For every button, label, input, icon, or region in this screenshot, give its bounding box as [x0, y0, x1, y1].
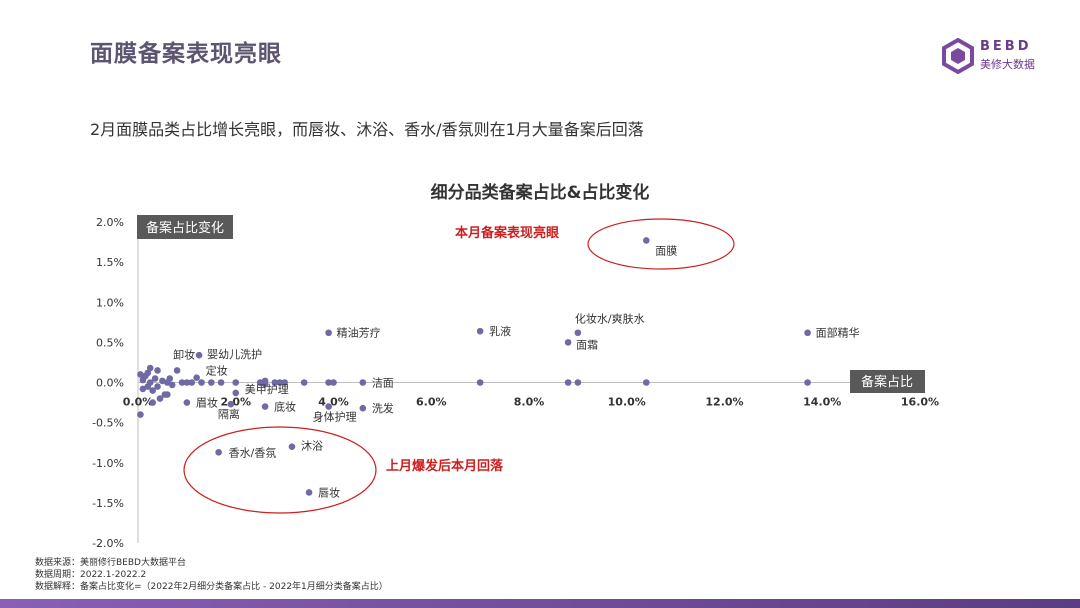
point-label: 面膜 — [655, 244, 677, 257]
scatter-point — [183, 399, 191, 406]
point-label: 婴幼儿洗护 — [207, 347, 262, 361]
scatter-point — [227, 400, 235, 408]
x-axis-title-text: 备案占比 — [861, 374, 913, 390]
y-tick-label: 2.0% — [96, 216, 124, 229]
point-label: 精油芳疗 — [337, 326, 381, 340]
scatter-point — [564, 339, 572, 346]
scatter-point — [288, 443, 296, 451]
x-axis-title: 备案占比 — [850, 370, 925, 393]
scatter-point — [217, 379, 225, 386]
scatter-point — [330, 379, 337, 386]
scatter-chart: 2.0% 1.5% 1.0% 0.5% 0.0% -0.5% -1.0% -1.5% -2.0%… — [92, 215, 939, 550]
scatter-point — [154, 383, 161, 390]
scatter-point — [146, 364, 154, 372]
scatter-point — [261, 403, 269, 410]
point-label: 香水/香氛 — [229, 446, 277, 459]
chart-annotations: 本月备案表现亮眼上月爆发后本月回落 — [183, 218, 735, 514]
point-label: 美甲护理 — [245, 382, 289, 396]
y-tick-label: 1.5% — [96, 256, 124, 269]
y-tick-label: 0.5% — [96, 336, 124, 349]
scatter-point — [151, 375, 159, 382]
scatter-point — [232, 389, 240, 397]
scatter-point — [564, 379, 572, 386]
scatter-point — [476, 379, 484, 386]
scatter-point — [215, 449, 222, 456]
scatter-point — [574, 379, 582, 386]
annotation-bottom-text: 上月爆发后本月回落 — [386, 458, 504, 474]
scatter-point — [149, 399, 156, 406]
x-tick-label: 14.0% — [803, 396, 841, 409]
scatter-point — [359, 379, 367, 386]
point-label: 乳液 — [489, 324, 511, 338]
point-label: 面霜 — [576, 338, 598, 351]
annotation-top-text: 本月备案表现亮眼 — [455, 225, 560, 241]
x-tick-label: 2.0% — [220, 396, 251, 409]
y-tick-label: 0.0% — [96, 377, 124, 390]
scatter-point — [300, 379, 308, 386]
scatter-point — [198, 379, 205, 386]
x-tick-label: 6.0% — [416, 396, 447, 409]
y-tick-label: -2.0% — [92, 537, 124, 550]
footnote-source: 数据来源：美丽修行BEBD大数据平台 — [35, 558, 186, 568]
scatter-point — [643, 237, 650, 244]
point-label: 唇妆 — [318, 486, 340, 499]
scatter-point — [154, 367, 161, 374]
scatter-point — [166, 375, 174, 382]
scatter-point — [193, 374, 200, 381]
scatter-point — [208, 379, 215, 386]
point-label: 洁面 — [372, 377, 394, 390]
x-tick-label: 12.0% — [705, 396, 743, 409]
scatter-point — [574, 329, 582, 337]
scatter-point — [305, 489, 313, 496]
scatter-point — [232, 379, 240, 386]
point-label: 身体护理 — [313, 410, 357, 424]
point-label: 面部精华 — [816, 326, 860, 340]
x-tick-label: 8.0% — [514, 396, 545, 409]
scatter-point — [137, 411, 144, 418]
highlight-ellipse-bottom — [183, 426, 377, 514]
scatter-point — [325, 329, 332, 337]
point-label: 眉妆 — [196, 397, 218, 410]
point-label: 化妆水/爽肤水 — [575, 312, 645, 326]
y-axis-title: 备案占比变化 — [137, 215, 233, 239]
y-axis-title-text: 备案占比变化 — [146, 220, 224, 236]
x-tick-label: 4.0% — [318, 396, 349, 409]
footnotes: 数据来源：美丽修行BEBD大数据平台 数据周期：2022.1-2022.2 数据… — [35, 557, 388, 593]
x-tick-label: 16.0% — [901, 396, 939, 409]
point-label: 卸妆 — [173, 347, 195, 361]
point-label: 底妆 — [274, 400, 296, 414]
scatter-point — [164, 391, 171, 398]
scatter-point — [168, 381, 176, 389]
footnote-explanation: 数据解释：备案占比变化=（2022年2月细分类备案占比 - 2022年1月细分类… — [35, 582, 388, 592]
x-tick-label: 0.0% — [123, 396, 154, 409]
x-tick-label: 10.0% — [608, 396, 646, 409]
scatter-point — [804, 329, 811, 337]
point-label: 洗发 — [372, 401, 394, 415]
bottom-accent-bar — [0, 599, 1080, 608]
scatter-point — [476, 327, 484, 335]
y-tick-label: -1.5% — [92, 497, 124, 510]
scatter-point — [804, 379, 811, 386]
scatter-point — [173, 367, 181, 374]
footnote-period: 数据周期：2022.1-2022.2 — [35, 570, 147, 580]
y-tick-label: 1.0% — [96, 296, 124, 309]
scatter-point — [643, 379, 650, 386]
y-tick-label: -0.5% — [92, 417, 124, 430]
chart-point-labels: 面膜精油芳疗 乳液 化妆水/爽肤水面霜 面部精华婴幼儿洗护卸妆定妆洁面眉妆 美甲护理隔离… — [173, 244, 859, 499]
scatter-point — [195, 351, 203, 359]
point-label: 定妆 — [206, 364, 228, 378]
scatter-point — [188, 379, 196, 386]
scatter-point — [359, 404, 367, 412]
y-tick-label: -1.0% — [92, 457, 124, 470]
point-label: 隔离 — [218, 407, 240, 421]
point-label: 沐浴 — [301, 440, 323, 453]
scatter-point — [139, 385, 147, 393]
scatter-point — [325, 403, 332, 410]
